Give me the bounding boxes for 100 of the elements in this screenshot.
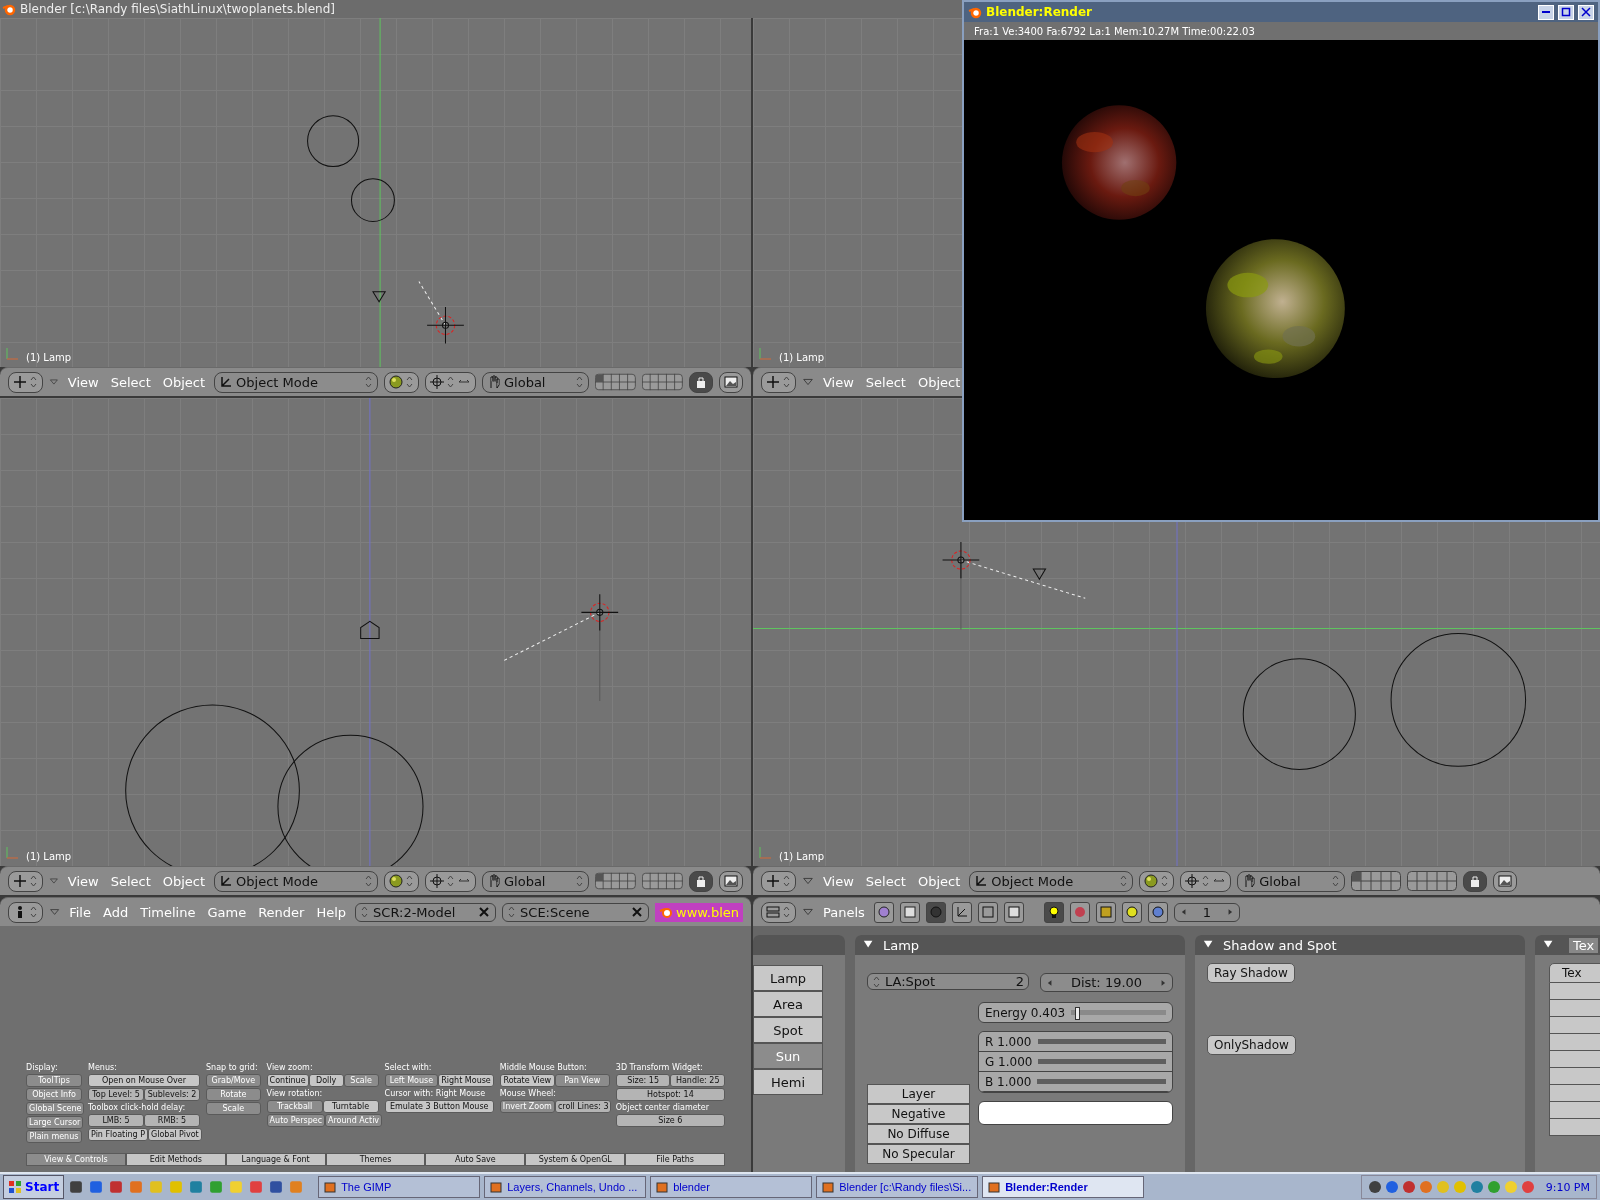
menu-item[interactable]: View — [64, 873, 102, 889]
scene-button[interactable] — [1003, 901, 1024, 923]
lamp-name-field[interactable]: LA:Spot 2 — [867, 973, 1029, 990]
toggle-button[interactable]: Object Info — [26, 1088, 82, 1101]
taskbar-button[interactable]: Blender [c:\Randy files\Si... — [816, 1176, 979, 1198]
menu-item[interactable]: View — [820, 374, 857, 390]
toggle-button[interactable]: Left Mouse — [384, 1074, 439, 1087]
toggle-button[interactable]: Pan View — [554, 1074, 610, 1087]
panels-menu[interactable]: Panels — [820, 904, 868, 920]
pivot-dropdown[interactable] — [1180, 870, 1232, 892]
toggle-button[interactable]: Plain menus — [26, 1130, 82, 1143]
start-button[interactable]: Start — [3, 1175, 65, 1199]
toggle-button[interactable]: Continue — [266, 1074, 309, 1087]
render-button[interactable] — [719, 870, 743, 892]
toggle-button[interactable]: Turntable — [322, 1100, 379, 1113]
toggle-button[interactable]: Trackball — [266, 1100, 323, 1113]
screen-field[interactable]: SCR:2-Model — [355, 902, 497, 922]
taskbar-button[interactable]: Blender:Render — [982, 1176, 1145, 1198]
object-button[interactable] — [951, 901, 972, 923]
menu-item[interactable]: Help — [313, 904, 350, 920]
window-type-button[interactable] — [761, 371, 796, 393]
render-button[interactable] — [1492, 870, 1517, 892]
toggle-button[interactable]: Rotate View — [499, 1074, 555, 1087]
menu-item[interactable]: Timeline — [137, 904, 199, 920]
toggle-button[interactable]: Around Activ — [325, 1114, 383, 1127]
material-button[interactable] — [1069, 901, 1090, 923]
toggle-button[interactable]: Scale — [206, 1102, 261, 1115]
world-button[interactable] — [1147, 901, 1168, 923]
pivot-dropdown[interactable] — [425, 371, 476, 393]
slider-thumb[interactable] — [1074, 1007, 1080, 1020]
window-type-button[interactable] — [8, 371, 43, 393]
taskbar-button[interactable]: blender — [650, 1176, 813, 1198]
menu-item[interactable]: Select — [862, 374, 909, 390]
minimize-button[interactable] — [1538, 4, 1554, 20]
menu-item[interactable]: Object — [159, 374, 209, 390]
shading-dropdown[interactable] — [384, 870, 419, 892]
menu-item[interactable]: Select — [107, 873, 154, 889]
toggle-button[interactable]: Open on Mouse Over — [88, 1074, 200, 1087]
menu-item[interactable]: Game — [204, 904, 250, 920]
taskbar-button[interactable]: Layers, Channels, Undo ... — [484, 1176, 647, 1198]
number-field[interactable]: Top Level: 5 — [88, 1088, 144, 1101]
number-field[interactable]: RMB: 5 — [144, 1114, 200, 1127]
mode-dropdown[interactable]: Object Mode — [969, 870, 1134, 892]
menu-item[interactable]: Object — [914, 873, 964, 889]
lamp-type-button[interactable]: Area — [753, 991, 823, 1017]
texture-button[interactable] — [1095, 901, 1116, 923]
toggle-button[interactable]: Auto Perspec — [266, 1114, 326, 1127]
color-slider[interactable]: G 1.000 — [979, 1052, 1172, 1072]
lamp-option-toggle[interactable]: No Diffuse — [867, 1124, 970, 1144]
render-button[interactable] — [719, 371, 743, 393]
toggle-button[interactable]: Large Cursor — [26, 1116, 84, 1129]
lamp-type-button[interactable]: Lamp — [753, 965, 823, 991]
window-type-button[interactable] — [761, 870, 796, 892]
lamp-type-button[interactable]: Spot — [753, 1017, 823, 1043]
lamp-option-toggle[interactable]: No Specular — [867, 1144, 970, 1164]
scene-field[interactable]: SCE:Scene — [502, 902, 650, 922]
window-type-button[interactable] — [8, 901, 43, 923]
color-slider[interactable]: R 1.000 — [979, 1032, 1172, 1052]
toggle-button[interactable]: Global Scene — [26, 1102, 85, 1115]
logic-button[interactable] — [873, 901, 894, 923]
number-field[interactable]: Handle: 25 — [670, 1074, 725, 1087]
lamp-option-toggle[interactable]: Negative — [867, 1104, 970, 1124]
orientation-dropdown[interactable]: Global — [1237, 870, 1345, 892]
menu-item[interactable]: Add — [100, 904, 132, 920]
toggle-button[interactable]: Rotate — [206, 1088, 261, 1101]
number-field[interactable]: croll Lines: 3 — [554, 1100, 612, 1113]
mode-dropdown[interactable]: Object Mode — [214, 870, 378, 892]
preferences-tab[interactable]: System & OpenGL — [525, 1153, 626, 1166]
lamp-button[interactable] — [1043, 901, 1064, 923]
toggle-button[interactable]: Dolly — [308, 1074, 344, 1087]
shadow-toggle[interactable]: Ray Shadow — [1207, 963, 1295, 983]
preferences-tab[interactable]: View & Controls — [26, 1153, 126, 1166]
toggle-button[interactable]: Grab/Move — [206, 1074, 261, 1087]
pivot-dropdown[interactable] — [425, 870, 476, 892]
toggle-button[interactable]: Invert Zoom — [499, 1100, 555, 1113]
shading-button[interactable] — [925, 901, 946, 923]
preferences-tab[interactable]: Edit Methods — [125, 1153, 226, 1166]
number-field[interactable]: Hotspot: 14 — [615, 1088, 725, 1101]
shading-dropdown[interactable] — [384, 371, 419, 393]
shadow-toggle[interactable]: OnlyShadow — [1207, 1035, 1296, 1055]
radiosity-button[interactable] — [1121, 901, 1142, 923]
preferences-tab[interactable]: File Paths — [625, 1153, 725, 1166]
lamp-type-button[interactable]: Hemi — [753, 1069, 823, 1095]
number-field[interactable]: LMB: 5 — [88, 1114, 144, 1127]
toggle-button[interactable]: Right Mouse — [438, 1074, 494, 1087]
window-type-button[interactable] — [8, 870, 43, 892]
maximize-button[interactable] — [1558, 4, 1574, 20]
taskbar-button[interactable]: The GIMP — [318, 1176, 481, 1198]
toggle-button[interactable]: Scale — [343, 1074, 379, 1087]
orientation-dropdown[interactable]: Global — [482, 870, 590, 892]
orientation-dropdown[interactable]: Global — [482, 371, 590, 393]
menu-item[interactable]: Render — [255, 904, 308, 920]
color-swatch[interactable] — [978, 1101, 1173, 1125]
toggle-button[interactable]: Global Pivot — [148, 1128, 202, 1141]
number-field[interactable]: Size: 15 — [615, 1074, 671, 1087]
window-type-button[interactable] — [761, 901, 796, 923]
number-field[interactable]: Sublevels: 2 — [144, 1088, 200, 1101]
menu-item[interactable]: View — [64, 374, 102, 390]
color-slider[interactable]: B 1.000 — [979, 1072, 1172, 1092]
toggle-button[interactable]: Pin Floating P — [88, 1128, 148, 1141]
